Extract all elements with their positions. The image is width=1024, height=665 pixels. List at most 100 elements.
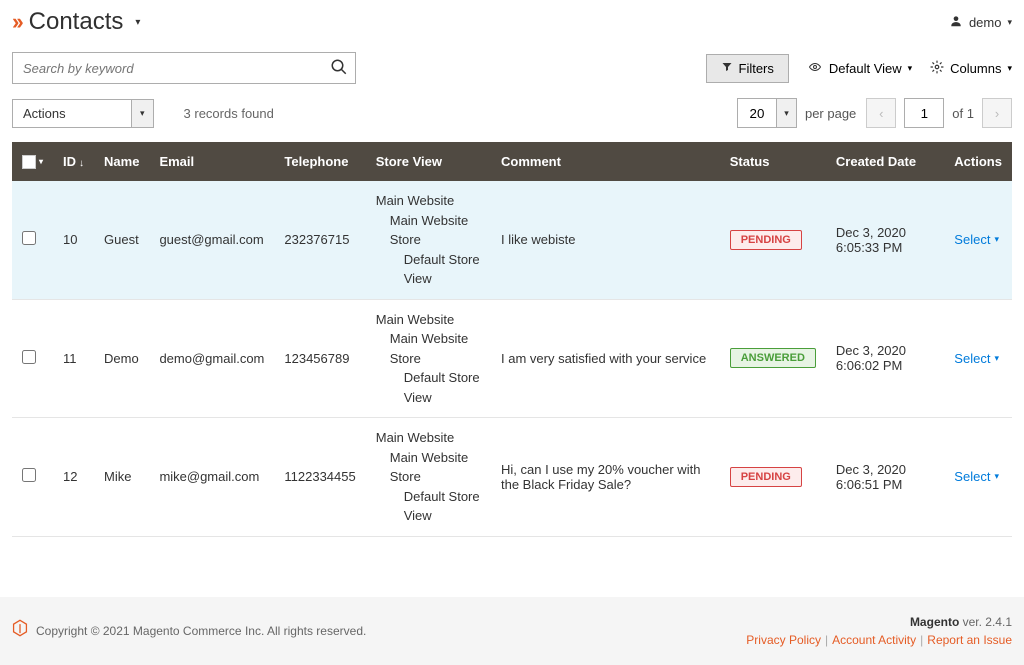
table-row[interactable]: 11Demodemo@gmail.com123456789Main Websit… <box>12 299 1012 418</box>
header-row: ▾ ID↓ Name Email Telephone Store View Co… <box>12 142 1012 181</box>
row-checkbox-cell <box>12 418 53 537</box>
row-comment: I am very satisfied with your service <box>491 299 720 418</box>
page-input[interactable] <box>904 98 944 128</box>
privacy-link[interactable]: Privacy Policy <box>746 633 821 647</box>
per-page-control: ▾ per page <box>737 98 856 128</box>
row-id: 11 <box>53 299 94 418</box>
default-view-label: Default View <box>829 61 902 76</box>
header-telephone[interactable]: Telephone <box>274 142 365 181</box>
header-email[interactable]: Email <box>149 142 274 181</box>
row-checkbox[interactable] <box>22 468 36 482</box>
row-comment: Hi, can I use my 20% voucher with the Bl… <box>491 418 720 537</box>
row-checkbox[interactable] <box>22 350 36 364</box>
columns-caret-icon: ▾ <box>1007 63 1012 74</box>
default-view-button[interactable]: Default View ▾ <box>807 61 912 76</box>
version-text: Magento ver. 2.4.1 <box>746 615 1012 629</box>
search-input[interactable] <box>12 52 356 84</box>
user-menu[interactable]: demo ▾ <box>949 14 1012 31</box>
gear-icon <box>930 60 944 77</box>
search-icon[interactable] <box>330 58 348 81</box>
next-page-button[interactable]: › <box>982 98 1012 128</box>
contacts-grid: ▾ ID↓ Name Email Telephone Store View Co… <box>12 142 1012 537</box>
header-store-view[interactable]: Store View <box>366 142 491 181</box>
row-checkbox-cell <box>12 299 53 418</box>
row-actions: Select ▾ <box>944 181 1012 299</box>
row-store-view: Main WebsiteMain Website StoreDefault St… <box>366 181 491 299</box>
view-caret-icon: ▾ <box>908 63 913 74</box>
row-telephone: 1122334455 <box>274 418 365 537</box>
actions-caret-icon[interactable]: ▾ <box>132 99 154 128</box>
report-link[interactable]: Report an Issue <box>927 633 1012 647</box>
select-all-caret-icon[interactable]: ▾ <box>39 157 43 166</box>
row-created: Dec 3, 2020 6:06:51 PM <box>826 418 944 537</box>
header-checkbox-col[interactable]: ▾ <box>12 142 53 181</box>
columns-label: Columns <box>950 61 1001 76</box>
select-all-checkbox[interactable] <box>22 155 36 169</box>
row-created: Dec 3, 2020 6:06:02 PM <box>826 299 944 418</box>
user-caret-icon: ▾ <box>1007 17 1012 28</box>
user-icon <box>949 14 963 31</box>
row-id: 10 <box>53 181 94 299</box>
per-page-input[interactable] <box>737 98 777 128</box>
actions-dropdown[interactable]: Actions ▾ <box>12 99 154 128</box>
page-header: ›› Contacts ▾ demo ▾ <box>0 0 1024 52</box>
table-row[interactable]: 12Mikemike@gmail.com1122334455Main Websi… <box>12 418 1012 537</box>
header-actions: Actions <box>944 142 1012 181</box>
page-of-label: of 1 <box>952 106 974 121</box>
title-area[interactable]: ›› Contacts ▾ <box>12 8 140 36</box>
row-telephone: 232376715 <box>274 181 365 299</box>
filters-button[interactable]: Filters <box>706 54 789 83</box>
row-name: Demo <box>94 299 149 418</box>
row-actions: Select ▾ <box>944 418 1012 537</box>
per-page-label: per page <box>805 106 856 121</box>
filters-label: Filters <box>739 61 774 76</box>
row-checkbox[interactable] <box>22 231 36 245</box>
per-page-caret-icon[interactable]: ▾ <box>777 98 797 128</box>
prev-page-button[interactable]: ‹ <box>866 98 896 128</box>
row-email: guest@gmail.com <box>149 181 274 299</box>
row-store-view: Main WebsiteMain Website StoreDefault St… <box>366 299 491 418</box>
header-name[interactable]: Name <box>94 142 149 181</box>
status-badge: ANSWERED <box>730 348 816 368</box>
funnel-icon <box>721 61 733 76</box>
header-comment[interactable]: Comment <box>491 142 720 181</box>
sort-arrow-icon: ↓ <box>79 158 84 169</box>
brand-chevrons-icon: ›› <box>12 9 21 35</box>
header-status[interactable]: Status <box>720 142 826 181</box>
row-select-action[interactable]: Select ▾ <box>954 232 1002 247</box>
table-row[interactable]: 10Guestguest@gmail.com232376715Main Webs… <box>12 181 1012 299</box>
row-comment: I like webiste <box>491 181 720 299</box>
columns-button[interactable]: Columns ▾ <box>930 60 1012 77</box>
row-select-action[interactable]: Select ▾ <box>954 351 1002 366</box>
row-created: Dec 3, 2020 6:05:33 PM <box>826 181 944 299</box>
row-id: 12 <box>53 418 94 537</box>
page-title: Contacts <box>29 8 124 36</box>
header-created-date[interactable]: Created Date <box>826 142 944 181</box>
activity-link[interactable]: Account Activity <box>832 633 916 647</box>
magento-logo-icon <box>12 619 28 642</box>
user-label: demo <box>969 15 1002 30</box>
row-select-action[interactable]: Select ▾ <box>954 469 1002 484</box>
row-name: Guest <box>94 181 149 299</box>
status-badge: PENDING <box>730 467 802 487</box>
header-id[interactable]: ID↓ <box>53 142 94 181</box>
select-caret-icon: ▾ <box>994 471 999 482</box>
row-telephone: 123456789 <box>274 299 365 418</box>
footer-links: Privacy Policy|Account Activity|Report a… <box>746 633 1012 647</box>
status-badge: PENDING <box>730 230 802 250</box>
actions-label: Actions <box>12 99 132 128</box>
eye-icon <box>807 61 823 76</box>
select-caret-icon: ▾ <box>994 234 999 245</box>
title-dropdown-caret-icon[interactable]: ▾ <box>135 17 140 28</box>
row-status: PENDING <box>720 181 826 299</box>
row-checkbox-cell <box>12 181 53 299</box>
row-name: Mike <box>94 418 149 537</box>
row-status: PENDING <box>720 418 826 537</box>
row-email: demo@gmail.com <box>149 299 274 418</box>
row-store-view: Main WebsiteMain Website StoreDefault St… <box>366 418 491 537</box>
toolbar-actions-row: Actions ▾ 3 records found ▾ per page ‹ o… <box>0 98 1024 142</box>
row-email: mike@gmail.com <box>149 418 274 537</box>
search-box <box>12 52 356 84</box>
records-found-text: 3 records found <box>184 106 274 121</box>
pager: ‹ of 1 › <box>866 98 1012 128</box>
